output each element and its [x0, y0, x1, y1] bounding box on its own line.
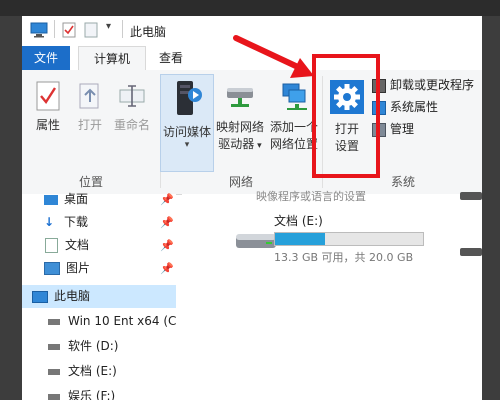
content-area: 映像程序或语言的设置 文档 (E:) 13.3 GB 可用，共 20.0 GB [182, 190, 482, 400]
nav-item-label: 此电脑 [54, 289, 91, 303]
nav-item-label: 软件 (D:) [68, 339, 119, 353]
ribbon: 属性 打开 重命名 位置 访问媒体 ▾ 映射网络 驱动器 ▾ 添加一个 网络位置… [22, 70, 482, 195]
quick-access-dropdown-icon[interactable]: ▾ [106, 21, 111, 32]
ribbon-tabs: 文件 计算机 查看 [22, 46, 482, 71]
map-drive-dropdown-icon: ▾ [254, 141, 262, 151]
system-properties-label: 系统属性 [390, 100, 439, 114]
title-bar: ▾ 此电脑 [22, 16, 482, 46]
pin-icon[interactable]: 📌 [160, 211, 174, 234]
nav-item-label: 下载 [64, 215, 89, 229]
nav-item-label: 文档 (E:) [68, 364, 117, 378]
tab-view[interactable]: 查看 [146, 46, 196, 70]
download-arrow-icon: ↓ [44, 215, 55, 229]
nav-item-downloads[interactable]: ↓ 下载 📌 [22, 211, 176, 234]
computer-icon [32, 290, 48, 303]
navigation-pane: 桌面 📌 ↓ 下载 📌 文档 📌 图片 📌 此电脑 Win 10 Ent x64 … [22, 192, 176, 400]
properties-check-icon[interactable] [62, 22, 76, 41]
properties-button[interactable]: 属性 [28, 80, 68, 133]
properties-label: 属性 [35, 118, 60, 132]
manage-label: 管理 [390, 122, 415, 136]
nav-item-drive-f[interactable]: 娱乐 (F:) [22, 385, 176, 400]
windows-drive-icon [48, 318, 60, 325]
map-network-drive-button[interactable]: 映射网络 驱动器 ▾ [214, 80, 266, 152]
network-drive-icon [214, 80, 266, 118]
map-network-drive-label-1: 映射网络 [215, 120, 264, 134]
map-network-drive-label-2: 驱动器 [218, 137, 255, 151]
background-frame-top [0, 0, 500, 16]
document-icon [45, 238, 58, 253]
nav-item-documents[interactable]: 文档 📌 [22, 234, 176, 257]
rename-icon [110, 80, 154, 116]
nav-item-label: 文档 [65, 238, 90, 252]
new-folder-icon[interactable] [84, 22, 98, 41]
pictures-icon [44, 262, 60, 275]
tab-file[interactable]: 文件 [22, 46, 70, 70]
nav-item-desktop[interactable]: 桌面 📌 [22, 188, 176, 211]
manage-button[interactable]: 管理 [372, 118, 482, 140]
computer-icon[interactable] [30, 22, 48, 41]
highlight-box [312, 54, 380, 178]
divider [122, 20, 123, 38]
desktop-icon [44, 194, 58, 205]
divider [54, 20, 55, 38]
system-links: 卸载或更改程序 系统属性 管理 [372, 74, 482, 140]
nav-item-this-pc[interactable]: 此电脑 [22, 285, 176, 308]
background-frame-right [482, 16, 500, 400]
drive-usage-bar [274, 232, 424, 246]
background-frame-left [0, 16, 22, 400]
drive-icon [48, 368, 60, 375]
system-properties-button[interactable]: 系统属性 [372, 96, 482, 118]
open-label: 打开 [77, 118, 102, 132]
pin-icon[interactable]: 📌 [160, 257, 174, 280]
properties-icon [28, 80, 68, 116]
drive-e-usage: 13.3 GB 可用，共 20.0 GB [274, 251, 414, 264]
drive-e-tile[interactable]: 文档 (E:) 13.3 GB 可用，共 20.0 GB [274, 212, 424, 265]
rename-button[interactable]: 重命名 [110, 80, 154, 133]
uninstall-program-button[interactable]: 卸载或更改程序 [372, 74, 482, 96]
nav-item-label: 娱乐 (F:) [68, 389, 116, 400]
access-media-button[interactable]: 访问媒体 ▾ [160, 74, 214, 172]
pin-icon[interactable]: 📌 [160, 234, 174, 257]
nav-item-drive-d[interactable]: 软件 (D:) [22, 335, 176, 358]
pin-icon[interactable]: 📌 [160, 188, 174, 211]
nav-item-drive-e[interactable]: 文档 (E:) [22, 360, 176, 383]
open-button[interactable]: 打开 [72, 80, 108, 133]
nav-item-label: 图片 [66, 261, 91, 275]
nav-item-label: Win 10 Ent x64 (C [68, 314, 177, 328]
drive-e-name: 文档 (E:) [274, 214, 323, 228]
rename-label: 重命名 [113, 118, 150, 132]
nav-item-pictures[interactable]: 图片 📌 [22, 257, 176, 280]
drive-icon [234, 230, 278, 255]
drive-icon [48, 343, 60, 350]
access-media-dropdown-icon: ▾ [184, 140, 190, 150]
explorer-window: ▾ 此电脑 文件 计算机 查看 属性 打开 重命名 位置 访问媒体 ▾ 映射网络… [22, 16, 482, 400]
tab-computer[interactable]: 计算机 [78, 46, 146, 71]
partial-drive-icon [458, 190, 482, 205]
drive-icon [48, 393, 60, 400]
window-title: 此电脑 [130, 25, 167, 39]
drive-usage-fill [275, 233, 325, 245]
access-media-label: 访问媒体 [162, 125, 211, 139]
nav-item-label: 桌面 [64, 192, 89, 206]
open-icon [72, 80, 108, 116]
partial-item-text: 映像程序或语言的设置 [256, 190, 366, 202]
nav-item-drive-c[interactable]: Win 10 Ent x64 (C [22, 310, 176, 333]
partial-drive-icon [458, 246, 482, 261]
uninstall-program-label: 卸载或更改程序 [390, 78, 475, 92]
media-server-icon [161, 75, 213, 123]
